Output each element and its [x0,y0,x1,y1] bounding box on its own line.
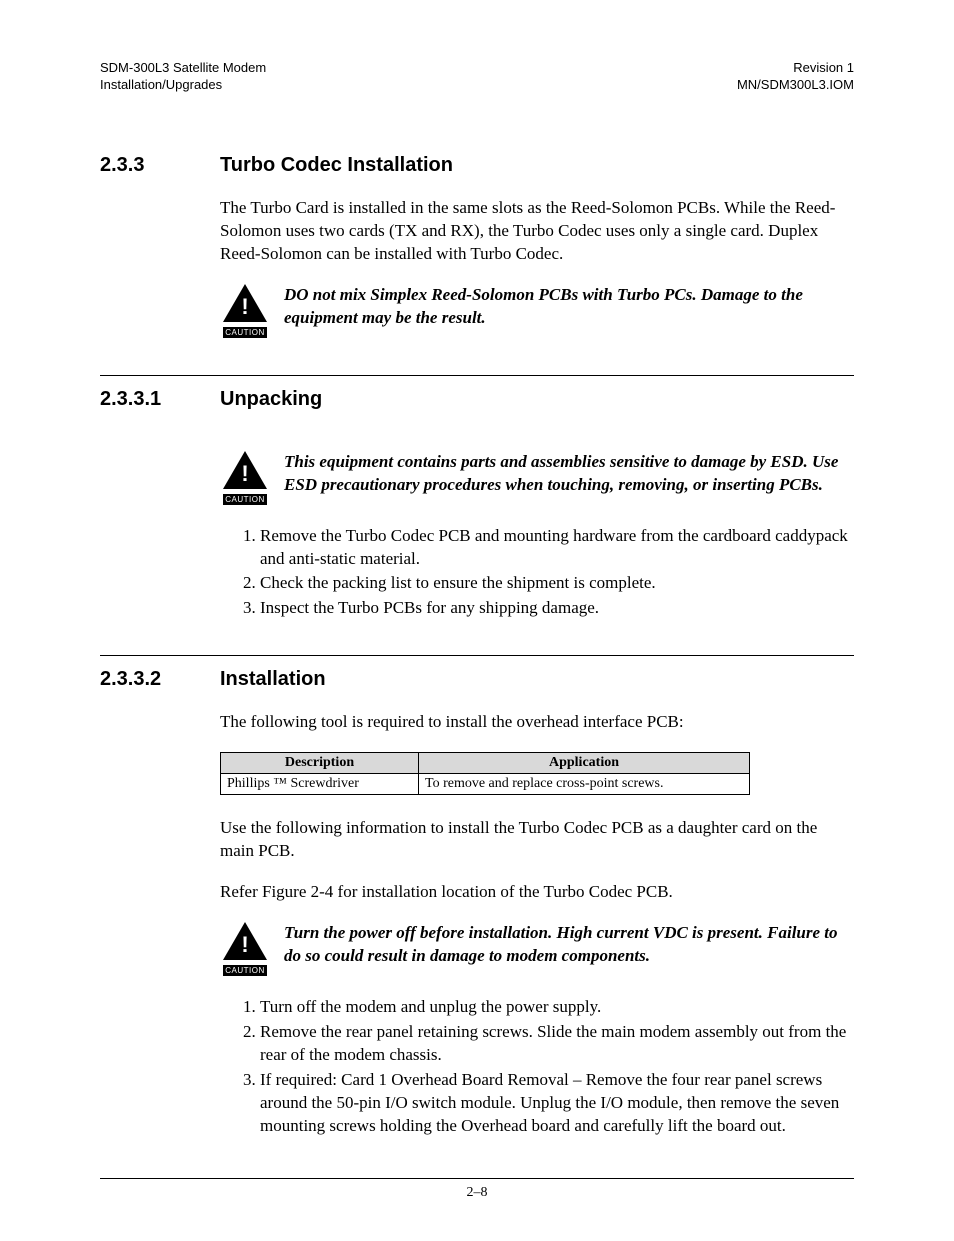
cell-application: To remove and replace cross-point screws… [419,774,750,795]
caution-icon: CAUTION [220,922,270,978]
list-item: If required: Card 1 Overhead Board Remov… [260,1069,854,1138]
warning-triangle-icon [223,922,267,960]
list-item: Remove the Turbo Codec PCB and mounting … [260,525,854,571]
list-item: Remove the rear panel retaining screws. … [260,1021,854,1067]
heading-2-3-3-1: 2.3.3.1 Unpacking [100,388,854,411]
tool-table: Description Application Phillips ™ Screw… [220,752,750,795]
header-right: Revision 1 MN/SDM300L3.IOM [737,60,854,94]
page-header: SDM-300L3 Satellite Modem Installation/U… [100,60,854,94]
heading-number: 2.3.3 [100,154,220,177]
caution-label: CAUTION [223,327,267,338]
paragraph-intro-2332: The following tool is required to instal… [220,711,854,734]
table-row: Phillips ™ Screwdriver To remove and rep… [221,774,750,795]
caution-block-2331: CAUTION This equipment contains parts an… [220,451,854,507]
caution-block-233: CAUTION DO not mix Simplex Reed-Solomon … [220,284,854,340]
list-item: Turn off the modem and unplug the power … [260,996,854,1019]
list-item: Check the packing list to ensure the shi… [260,572,854,595]
caution-label: CAUTION [223,965,267,976]
header-right-line2: MN/SDM300L3.IOM [737,77,854,94]
table-header-application: Application [419,753,750,774]
divider [100,375,854,376]
ordered-list-2332: Turn off the modem and unplug the power … [220,996,854,1138]
caution-label: CAUTION [223,494,267,505]
paragraph-2332-3: Refer Figure 2-4 for installation locati… [220,881,854,904]
paragraph-2332-2: Use the following information to install… [220,817,854,863]
list-item: Inspect the Turbo PCBs for any shipping … [260,597,854,620]
divider [100,655,854,656]
caution-text-2331: This equipment contains parts and assemb… [284,451,854,497]
header-right-line1: Revision 1 [737,60,854,77]
heading-title: Installation [220,668,326,691]
heading-2-3-3: 2.3.3 Turbo Codec Installation [100,154,854,177]
caution-text-233: DO not mix Simplex Reed-Solomon PCBs wit… [284,284,854,330]
ordered-list-2331: Remove the Turbo Codec PCB and mounting … [220,525,854,621]
header-left-line2: Installation/Upgrades [100,77,266,94]
page-footer: 2–8 [100,1178,854,1201]
cell-description: Phillips ™ Screwdriver [221,774,419,795]
page: SDM-300L3 Satellite Modem Installation/U… [0,0,954,1241]
warning-triangle-icon [223,451,267,489]
heading-number: 2.3.3.1 [100,388,220,411]
caution-icon: CAUTION [220,284,270,340]
page-number: 2–8 [467,1185,488,1200]
heading-number: 2.3.3.2 [100,668,220,691]
table-header-row: Description Application [221,753,750,774]
paragraph-intro-233: The Turbo Card is installed in the same … [220,197,854,266]
header-left-line1: SDM-300L3 Satellite Modem [100,60,266,77]
table-header-description: Description [221,753,419,774]
heading-title: Unpacking [220,388,322,411]
caution-icon: CAUTION [220,451,270,507]
warning-triangle-icon [223,284,267,322]
heading-title: Turbo Codec Installation [220,154,453,177]
caution-block-2332: CAUTION Turn the power off before instal… [220,922,854,978]
caution-text-2332: Turn the power off before installation. … [284,922,854,968]
header-left: SDM-300L3 Satellite Modem Installation/U… [100,60,266,94]
heading-2-3-3-2: 2.3.3.2 Installation [100,668,854,691]
